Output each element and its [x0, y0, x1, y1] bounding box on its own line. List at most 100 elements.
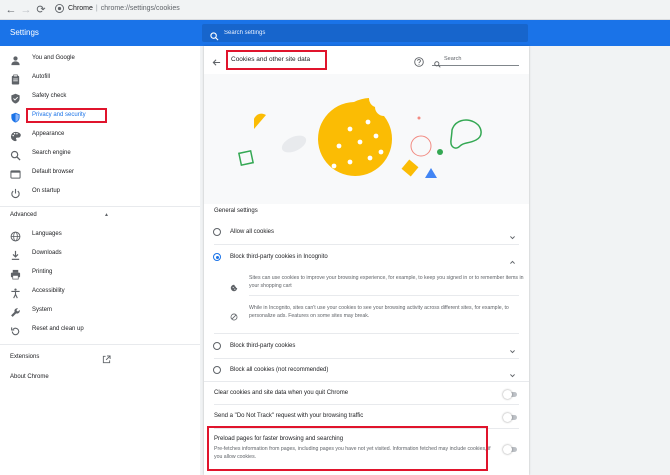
sidebar-item-label: Languages — [32, 231, 62, 237]
browser-toolbar: ← → ⟳ Chrome | chrome://settings/cookies — [0, 0, 670, 20]
omnibox[interactable]: Chrome | chrome://settings/cookies — [68, 5, 180, 12]
sidebar-item-search-engine[interactable]: Search engine — [0, 145, 200, 163]
settings-title: Settings — [10, 28, 39, 37]
option-label: Block third-party cookies — [230, 343, 296, 349]
general-settings-heading: General settings — [214, 208, 258, 214]
settings-header: Settings — [0, 20, 670, 46]
sidebar-item-label: Downloads — [32, 250, 62, 256]
site-label: Chrome — [68, 5, 93, 12]
chrome-logo-icon — [53, 4, 65, 16]
back-icon[interactable]: ← — [5, 4, 17, 16]
cookie-icon — [230, 279, 238, 292]
sidebar-item-downloads[interactable]: Downloads — [0, 245, 200, 263]
sidebar: You and Google Autofill Safety check Pri… — [0, 46, 200, 475]
sidebar-item-you-and-google[interactable]: You and Google — [0, 50, 200, 68]
forward-icon[interactable]: → — [20, 4, 32, 16]
printer-icon — [10, 267, 21, 280]
sidebar-item-default-browser[interactable]: Default browser — [0, 164, 200, 182]
option-label: Block all cookies (not recommended) — [230, 367, 329, 373]
search-icon — [210, 28, 219, 46]
option-label: Allow all cookies — [230, 229, 275, 235]
toggle-row-clear-on-quit[interactable]: Clear cookies and site data when you qui… — [204, 382, 529, 404]
chevron-up-icon[interactable] — [509, 253, 516, 271]
toggle-label: Preload pages for faster browsing and se… — [214, 436, 344, 442]
sidebar-item-label: System — [32, 307, 53, 313]
clear-on-quit-toggle[interactable] — [503, 390, 517, 399]
sidebar-item-label: Default browser — [32, 169, 75, 175]
sidebar-item-languages[interactable]: Languages — [0, 226, 200, 244]
palette-icon — [10, 129, 21, 142]
page-title: Cookies and other site data — [231, 56, 311, 63]
reload-icon[interactable]: ⟳ — [35, 4, 47, 16]
sidebar-item-system[interactable]: System — [0, 302, 200, 320]
cookies-search-input[interactable] — [444, 54, 514, 64]
accessibility-icon — [10, 286, 21, 299]
sidebar-item-printing[interactable]: Printing — [0, 264, 200, 282]
sidebar-item-label: Safety check — [32, 93, 67, 99]
sidebar-item-appearance[interactable]: Appearance — [0, 126, 200, 144]
sidebar-item-label: Autofill — [32, 74, 51, 80]
person-icon — [10, 53, 21, 66]
back-arrow-icon[interactable] — [212, 54, 221, 72]
sidebar-divider — [0, 344, 200, 345]
cookies-settings-panel: Cookies and other site data Search Gener… — [204, 46, 529, 475]
search-icon — [434, 55, 441, 73]
chevron-up-icon[interactable]: ▲ — [104, 212, 109, 218]
clipboard-icon — [10, 72, 21, 85]
option-allow-all-cookies[interactable]: Allow all cookies — [204, 220, 529, 244]
preload-pages-toggle[interactable] — [503, 445, 517, 454]
option-block-third-party-incognito[interactable]: Block third-party cookies in Incognito — [204, 245, 529, 269]
toggle-label: Clear cookies and site data when you qui… — [214, 390, 349, 396]
radio-button-selected[interactable] — [213, 253, 221, 261]
radio-button[interactable] — [213, 366, 221, 374]
option-block-all-cookies[interactable]: Block all cookies (not recommended) — [204, 358, 529, 382]
sidebar-item-safety-check[interactable]: Safety check — [0, 88, 200, 106]
sidebar-divider — [0, 206, 200, 207]
sidebar-item-reset-and-clean-up[interactable]: Reset and clean up — [0, 321, 200, 339]
incognito-detail-cookies: Sites can use cookies to improve your br… — [249, 275, 524, 289]
sidebar-item-label: Accessibility — [32, 288, 65, 294]
sidebar-item-accessibility[interactable]: Accessibility — [0, 283, 200, 301]
toggle-row-preload-pages[interactable]: Preload pages for faster browsing and se… — [204, 429, 529, 469]
radio-button[interactable] — [213, 228, 221, 236]
browser-icon — [10, 167, 21, 179]
cookie-artwork — [237, 98, 482, 178]
cookies-search-box[interactable] — [432, 52, 519, 68]
option-label: Block third-party cookies in Incognito — [230, 254, 328, 260]
external-link-icon[interactable] — [102, 351, 111, 369]
shield-icon — [10, 110, 21, 123]
radio-button[interactable] — [213, 342, 221, 350]
sidebar-item-label: Privacy and security — [32, 112, 86, 118]
row-divider — [249, 295, 519, 296]
sidebar-item-privacy-and-security[interactable]: Privacy and security — [0, 107, 200, 125]
sidebar-item-label: Search engine — [32, 150, 71, 156]
do-not-track-toggle[interactable] — [503, 413, 517, 422]
download-icon — [10, 248, 21, 260]
settings-search-input[interactable] — [224, 27, 514, 39]
sidebar-item-label: Reset and clean up — [32, 326, 84, 332]
help-icon[interactable] — [414, 54, 424, 72]
option-block-third-party[interactable]: Block third-party cookies — [204, 334, 529, 358]
sidebar-item-about-chrome[interactable]: About Chrome — [10, 374, 49, 380]
sidebar-item-extensions[interactable]: Extensions — [10, 354, 39, 360]
shield-check-icon — [10, 91, 21, 104]
sidebar-item-label: Appearance — [32, 131, 65, 137]
sidebar-item-label: On startup — [32, 188, 61, 194]
globe-icon — [10, 229, 21, 242]
sidebar-advanced-toggle[interactable]: Advanced — [10, 212, 37, 218]
power-icon — [10, 186, 21, 199]
extensions-label: Extensions — [10, 354, 40, 360]
about-label: About Chrome — [10, 374, 49, 380]
sidebar-item-on-startup[interactable]: On startup — [0, 183, 200, 201]
block-icon — [230, 308, 238, 321]
reset-icon — [10, 324, 21, 336]
sidebar-item-label: Printing — [32, 269, 53, 275]
toggle-label: Send a "Do Not Track" request with your … — [214, 413, 364, 419]
toggle-row-do-not-track[interactable]: Send a "Do Not Track" request with your … — [204, 405, 529, 427]
incognito-detail-tracking: While in Incognito, sites can't use your… — [249, 305, 509, 319]
settings-search-box[interactable] — [202, 24, 528, 42]
advanced-label: Advanced — [10, 212, 37, 218]
wrench-icon — [10, 305, 21, 317]
url-path: chrome://settings/cookies — [100, 5, 180, 12]
sidebar-item-autofill[interactable]: Autofill — [0, 69, 200, 87]
